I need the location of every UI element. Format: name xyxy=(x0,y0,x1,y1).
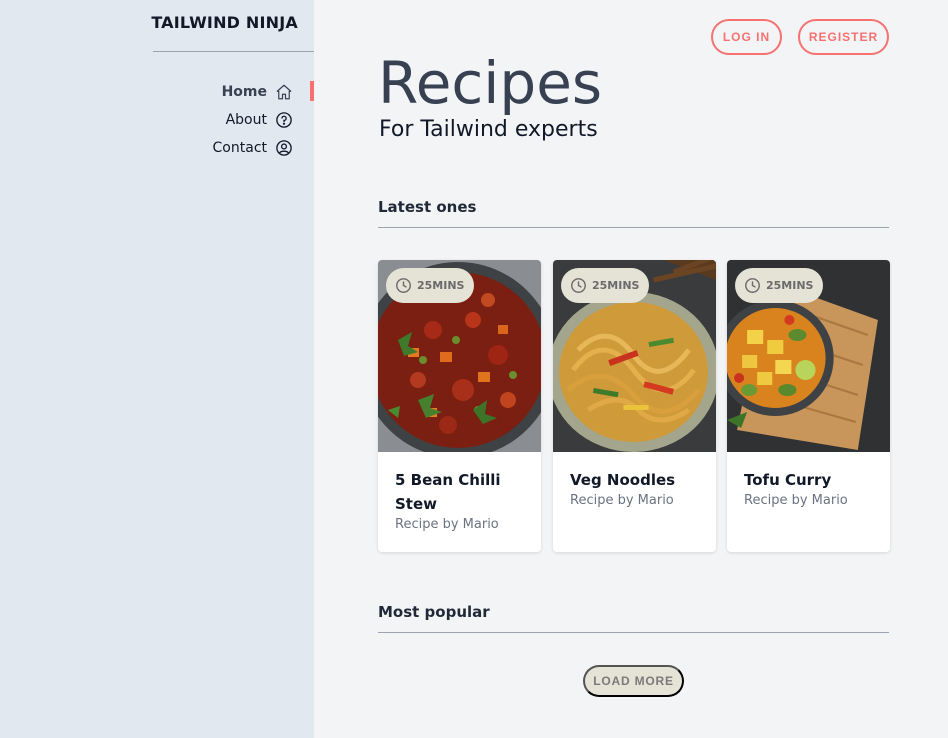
cook-time-badge: 25MINS xyxy=(386,268,475,303)
clock-icon xyxy=(745,278,760,293)
page-subtitle: For Tailwind experts xyxy=(379,117,598,142)
popular-divider xyxy=(378,632,889,633)
sidebar-item-contact[interactable]: Contact xyxy=(153,134,314,162)
clock-icon xyxy=(396,278,411,293)
recipe-card[interactable]: 25MINS Tofu Curry Recipe by Mario xyxy=(727,260,890,552)
sidebar-item-label: Home xyxy=(221,84,267,100)
cook-time-text: 25MINS xyxy=(766,279,814,292)
recipe-title: Tofu Curry xyxy=(744,471,832,489)
active-indicator xyxy=(310,81,314,101)
brand-logo[interactable]: TAILWIND NINJA xyxy=(151,13,298,32)
sidebar-item-label: About xyxy=(225,112,267,128)
recipe-card[interactable]: 25MINS Veg Noodles Recipe by Mario xyxy=(553,260,716,552)
sidebar-item-about[interactable]: About xyxy=(153,106,314,134)
cook-time-text: 25MINS xyxy=(592,279,640,292)
cook-time-text: 25MINS xyxy=(417,279,465,292)
register-button[interactable]: REGISTER xyxy=(798,19,889,55)
home-icon xyxy=(275,83,293,101)
recipe-author: Recipe by Mario xyxy=(395,517,499,532)
load-more-button[interactable]: LOAD MORE xyxy=(583,665,684,697)
recipe-author: Recipe by Mario xyxy=(570,493,674,508)
recipe-title: 5 Bean Chilli Stew xyxy=(395,471,501,513)
recipe-card[interactable]: 25MINS 5 Bean Chilli Stew Recipe by Mari… xyxy=(378,260,541,552)
user-circle-icon xyxy=(275,139,293,157)
recipe-title: Veg Noodles xyxy=(570,471,676,489)
cook-time-badge: 25MINS xyxy=(735,268,824,303)
latest-section-title: Latest ones xyxy=(378,198,477,216)
page-title: Recipes xyxy=(378,49,603,117)
help-circle-icon xyxy=(275,111,293,129)
brand-divider xyxy=(153,51,314,52)
login-button[interactable]: LOG IN xyxy=(711,19,782,55)
cook-time-badge: 25MINS xyxy=(561,268,650,303)
popular-section-title: Most popular xyxy=(378,603,490,621)
sidebar-nav: Home About Contact xyxy=(153,78,314,162)
clock-icon xyxy=(571,278,586,293)
sidebar: TAILWIND NINJA Home About Contact xyxy=(0,0,314,738)
sidebar-item-home[interactable]: Home xyxy=(153,78,314,106)
recipe-author: Recipe by Mario xyxy=(744,493,848,508)
sidebar-item-label: Contact xyxy=(212,140,267,156)
latest-divider xyxy=(378,227,889,228)
